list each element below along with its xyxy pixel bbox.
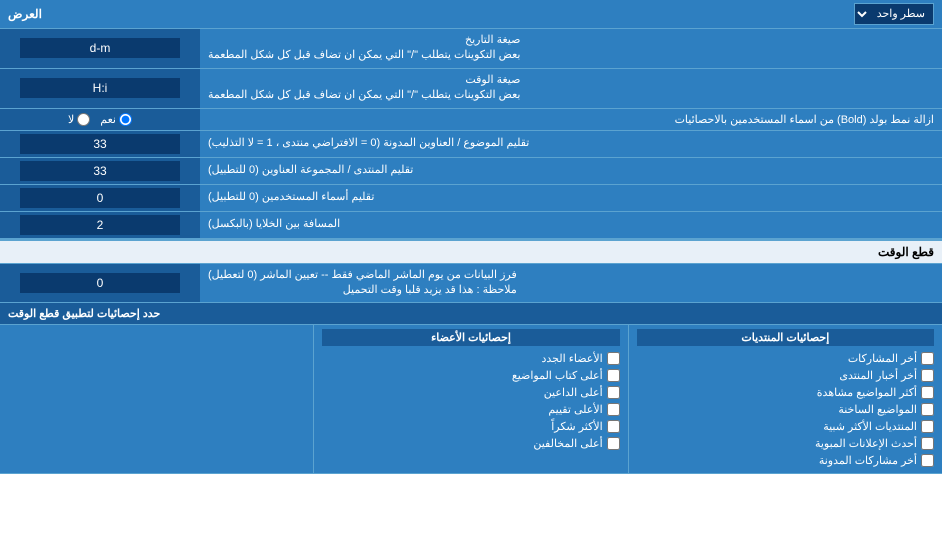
user-names-input[interactable] <box>20 188 180 208</box>
stats-checkbox-latest-ads[interactable] <box>921 437 934 450</box>
stats-col-3 <box>0 325 313 473</box>
time-format-label: صيغة الوقت بعض التكوينات يتطلب "/" التي … <box>200 69 942 108</box>
topic-subject-input[interactable] <box>20 134 180 154</box>
cell-spacing-row: المسافة بين الخلايا (بالبكسل) <box>0 212 942 239</box>
stats-col-2: إحصائيات الأعضاء الأعضاء الجدد أعلى كتاب… <box>313 325 627 473</box>
stats-checkbox-new-members[interactable] <box>607 352 620 365</box>
cell-spacing-label: المسافة بين الخلايا (بالبكسل) <box>200 212 942 238</box>
stats-grid: إحصائيات المنتديات أخر المشاركات أخر أخب… <box>0 325 942 473</box>
stats-title: حدد إحصائيات لتطبيق قطع الوقت <box>8 307 160 320</box>
display-mode-select[interactable]: سطر واحدسطرينثلاثة أسطر <box>854 3 934 25</box>
stats-checkbox-latest-posts[interactable] <box>921 352 934 365</box>
forum-address-input-container <box>0 158 200 184</box>
forum-address-label: تقليم المنتدى / المجموعة العناوين (0 للت… <box>200 158 942 184</box>
header-row: سطر واحدسطرينثلاثة أسطر العرض <box>0 0 942 29</box>
remove-bold-inputs: نعم لا <box>0 109 200 130</box>
remove-bold-yes-label[interactable]: نعم <box>100 113 132 126</box>
stats-checkbox-top-rated[interactable] <box>607 403 620 416</box>
stats-title-row: حدد إحصائيات لتطبيق قطع الوقت <box>0 303 942 325</box>
forum-address-row: تقليم المنتدى / المجموعة العناوين (0 للت… <box>0 158 942 185</box>
stats-col-1-title: إحصائيات المنتديات <box>637 329 934 346</box>
cutoff-input-container <box>0 264 200 303</box>
remove-bold-row: ازالة نمط بولد (Bold) من اسماء المستخدمي… <box>0 109 942 131</box>
forum-address-input[interactable] <box>20 161 180 181</box>
topic-subject-input-container <box>0 131 200 157</box>
stats-checkbox-most-liked[interactable] <box>921 420 934 433</box>
cutoff-row: فرز البيانات من يوم الماشر الماضي فقط --… <box>0 264 942 304</box>
remove-bold-no-label[interactable]: لا <box>68 113 90 126</box>
cutoff-label: فرز البيانات من يوم الماشر الماضي فقط --… <box>200 264 942 303</box>
stats-item-blog-posts: أخر مشاركات المدونة <box>637 452 934 469</box>
stats-checkbox-most-viewed[interactable] <box>921 386 934 399</box>
header-label: العرض <box>8 7 42 21</box>
stats-item-most-viewed: أكثر المواضيع مشاهدة <box>637 384 934 401</box>
cutoff-input[interactable] <box>20 273 180 293</box>
remove-bold-label: ازالة نمط بولد (Bold) من اسماء المستخدمي… <box>200 109 942 130</box>
stats-checkbox-blog-posts[interactable] <box>921 454 934 467</box>
user-names-row: تقليم أسماء المستخدمين (0 للتطبيل) <box>0 185 942 212</box>
remove-bold-no-radio[interactable] <box>77 113 90 126</box>
stats-col-1: إحصائيات المنتديات أخر المشاركات أخر أخب… <box>628 325 942 473</box>
cell-spacing-input-container <box>0 212 200 238</box>
stats-section: حدد إحصائيات لتطبيق قطع الوقت إحصائيات ا… <box>0 303 942 474</box>
date-format-input[interactable] <box>20 38 180 58</box>
remove-bold-yes-radio[interactable] <box>119 113 132 126</box>
stats-item-hot-topics: المواضيع الساخنة <box>637 401 934 418</box>
stats-item-top-violators: أعلى المخالفين <box>322 435 619 452</box>
time-format-input-container <box>0 69 200 108</box>
stats-checkbox-top-inviters[interactable] <box>607 386 620 399</box>
topic-subject-label: تقليم الموضوع / العناوين المدونة (0 = ال… <box>200 131 942 157</box>
stats-item-top-writers: أعلى كتاب المواضيع <box>322 367 619 384</box>
date-format-label: صيغة التاريخ بعض التكوينات يتطلب "/" الت… <box>200 29 942 68</box>
stats-checkbox-forum-news[interactable] <box>921 369 934 382</box>
stats-col-2-title: إحصائيات الأعضاء <box>322 329 619 346</box>
time-format-input[interactable] <box>20 78 180 98</box>
topic-subject-row: تقليم الموضوع / العناوين المدونة (0 = ال… <box>0 131 942 158</box>
section-header: قطع الوقت <box>0 239 942 264</box>
stats-checkbox-most-thanked[interactable] <box>607 420 620 433</box>
stats-checkbox-top-violators[interactable] <box>607 437 620 450</box>
user-names-input-container <box>0 185 200 211</box>
stats-item-most-thanked: الأكثر شكراً <box>322 418 619 435</box>
stats-item-top-inviters: أعلى الداعين <box>322 384 619 401</box>
time-format-row: صيغة الوقت بعض التكوينات يتطلب "/" التي … <box>0 69 942 109</box>
stats-item-latest-ads: أحدث الإعلانات المبوية <box>637 435 934 452</box>
stats-checkbox-hot-topics[interactable] <box>921 403 934 416</box>
user-names-label: تقليم أسماء المستخدمين (0 للتطبيل) <box>200 185 942 211</box>
cell-spacing-input[interactable] <box>20 215 180 235</box>
stats-item-forum-news: أخر أخبار المنتدى <box>637 367 934 384</box>
stats-item-new-members: الأعضاء الجدد <box>322 350 619 367</box>
stats-checkbox-top-writers[interactable] <box>607 369 620 382</box>
date-format-input-container <box>0 29 200 68</box>
stats-item-most-liked: المنتديات الأكثر شبية <box>637 418 934 435</box>
stats-item-top-rated: الأعلى تقييم <box>322 401 619 418</box>
date-format-row: صيغة التاريخ بعض التكوينات يتطلب "/" الت… <box>0 29 942 69</box>
stats-item-latest-posts: أخر المشاركات <box>637 350 934 367</box>
